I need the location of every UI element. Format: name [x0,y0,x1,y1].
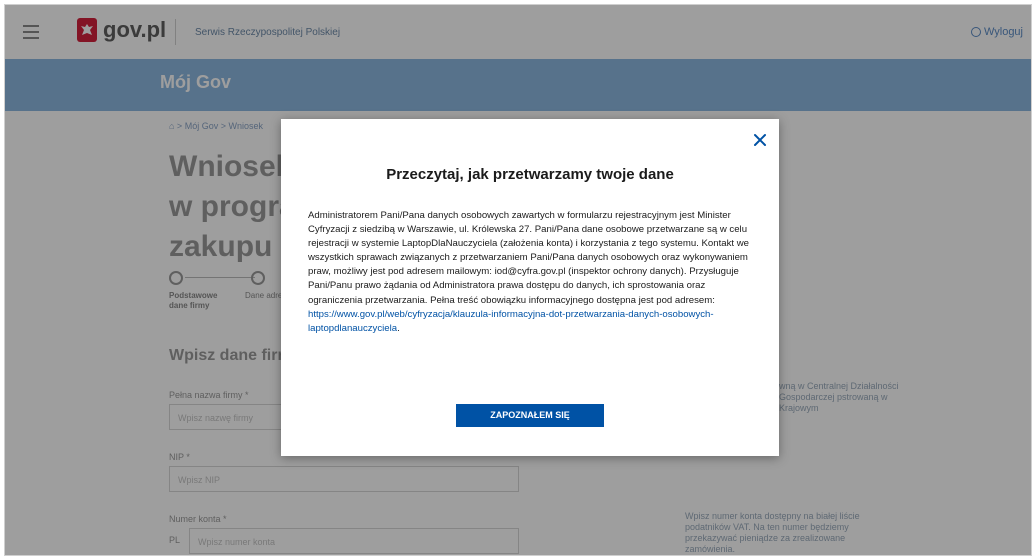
dialog-title: Przeczytaj, jak przetwarzamy twoje dane [386,166,674,183]
privacy-policy-link[interactable]: https://www.gov.pl/web/cyfryzacja/klauzu… [308,309,714,334]
dialog-body-suffix: . [397,322,400,334]
privacy-info-dialog: Przeczytaj, jak przetwarzamy twoje dane … [281,119,779,456]
close-button[interactable] [753,133,767,147]
dialog-body: Administratorem Pani/Pana danych osobowy… [308,209,753,336]
close-icon [754,134,766,146]
accept-button[interactable]: ZAPOZNAŁEM SIĘ [456,404,604,427]
browser-viewport: gov.pl Serwis Rzeczypospolitej Polskiej … [4,4,1032,556]
dialog-body-text: Administratorem Pani/Pana danych osobowy… [308,210,749,306]
